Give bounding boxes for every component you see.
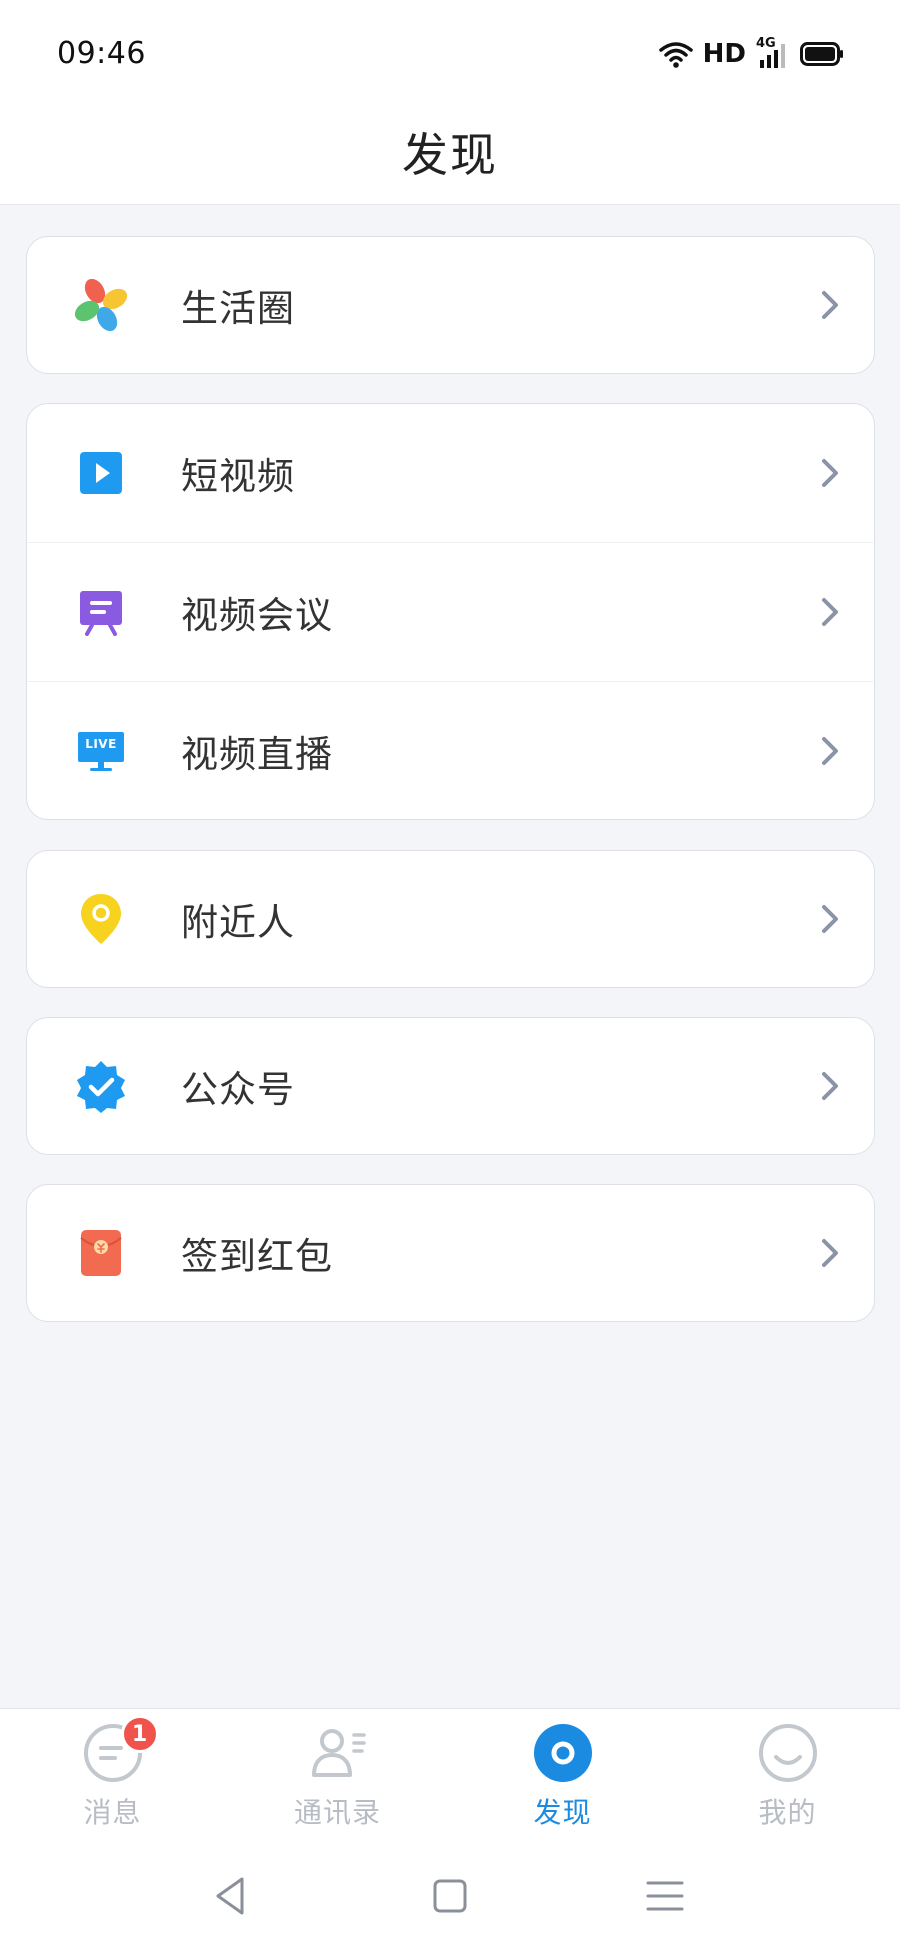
menu-item-label: 视频直播 — [181, 732, 333, 776]
tab-contacts[interactable]: 通讯录 — [225, 1709, 450, 1844]
tab-messages[interactable]: 1 消息 — [0, 1709, 225, 1844]
message-icon: 1 — [81, 1715, 159, 1785]
wifi-icon — [658, 42, 693, 68]
discover-icon — [531, 1721, 595, 1785]
profile-smile-icon — [756, 1721, 820, 1785]
unread-badge: 1 — [120, 1715, 159, 1753]
pinwheel-icon — [73, 277, 129, 333]
tab-label: 发现 — [533, 1796, 592, 1829]
play-icon — [73, 445, 129, 501]
network-hd-label: HD — [702, 39, 746, 69]
chevron-right-icon — [822, 1239, 838, 1267]
chevron-right-icon — [822, 459, 838, 487]
menu-card-life-circle: 生活圈 — [26, 236, 875, 374]
menu-item-label: 签到红包 — [181, 1235, 333, 1278]
bottom-tab-bar: 1 消息 通讯录 发现 我的 — [0, 1708, 900, 1843]
chevron-right-icon — [822, 291, 838, 319]
tab-label: 消息 — [83, 1796, 142, 1829]
menu-item-video-meeting[interactable]: 视频会议 — [27, 542, 874, 681]
home-icon[interactable] — [425, 1871, 475, 1921]
menu-item-official-accounts[interactable]: 公众号 — [27, 1018, 874, 1154]
status-icons: HD 4G — [658, 36, 844, 72]
signal-icon: 4G — [756, 36, 790, 70]
menu-item-life-circle[interactable]: 生活圈 — [27, 237, 874, 373]
battery-icon — [800, 42, 843, 66]
verified-badge-icon — [73, 1058, 129, 1114]
live-label: LIVE — [85, 736, 117, 751]
menu-item-label: 生活圈 — [181, 287, 295, 330]
menu-card-nearby: 附近人 — [26, 850, 875, 988]
menu-card-video: 短视频 视频会议 LIVE 视频直播 — [26, 403, 875, 820]
tab-label: 我的 — [758, 1796, 817, 1829]
back-icon[interactable] — [206, 1871, 256, 1921]
menu-item-live-stream[interactable]: LIVE 视频直播 — [27, 681, 874, 819]
menu-card-checkin-redpacket: 签到红包 — [26, 1184, 875, 1322]
menu-item-nearby[interactable]: 附近人 — [27, 851, 874, 987]
chevron-right-icon — [822, 1072, 838, 1100]
menu-icon[interactable] — [640, 1871, 690, 1921]
menu-item-label: 短视频 — [181, 455, 295, 498]
tab-profile[interactable]: 我的 — [675, 1709, 900, 1844]
menu-item-label: 视频会议 — [181, 594, 333, 637]
status-bar: 09:46 HD 4G — [0, 0, 900, 100]
menu-item-label: 附近人 — [181, 901, 295, 944]
menu-card-official-accounts: 公众号 — [26, 1017, 875, 1155]
chevron-right-icon — [822, 736, 838, 765]
tab-discover[interactable]: 发现 — [450, 1709, 675, 1844]
menu-item-short-video[interactable]: 短视频 — [27, 404, 874, 542]
system-nav-bar — [0, 1843, 900, 1950]
red-envelope-icon — [73, 1225, 129, 1281]
chevron-right-icon — [822, 598, 838, 626]
page-header: 发现 — [0, 100, 900, 205]
chevron-right-icon — [822, 905, 838, 933]
tab-label: 通讯录 — [293, 1796, 381, 1829]
contacts-icon — [306, 1721, 370, 1785]
menu-item-label: 公众号 — [181, 1068, 295, 1111]
live-tv-icon: LIVE — [73, 723, 129, 779]
location-pin-icon — [73, 891, 129, 947]
page-title: 发现 — [402, 128, 498, 182]
status-time: 09:46 — [57, 36, 146, 71]
presentation-board-icon — [73, 584, 129, 640]
menu-item-checkin-redpacket[interactable]: 签到红包 — [27, 1185, 874, 1321]
